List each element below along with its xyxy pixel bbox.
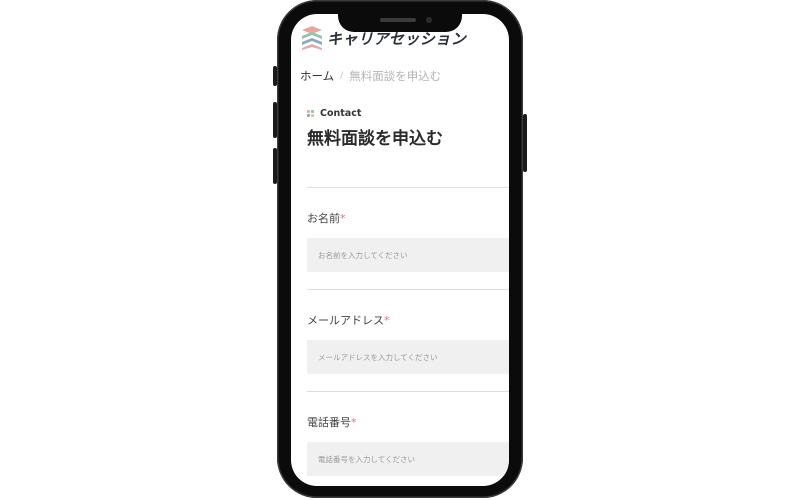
breadcrumb-home-link[interactable]: ホーム [300,68,334,84]
divider [307,289,509,290]
email-input[interactable] [307,340,509,374]
required-mark: * [384,314,390,327]
email-field-label: メールアドレス* [307,312,390,328]
name-input[interactable] [307,238,509,272]
required-mark: * [340,212,346,225]
eyebrow-label: Contact [320,108,362,119]
power-button [523,114,527,172]
name-field-label: お名前* [307,210,346,226]
email-label-text: メールアドレス [307,314,384,327]
breadcrumb-separator: / [340,71,344,81]
section-eyebrow: Contact [307,108,361,119]
four-dots-icon [307,110,314,117]
breadcrumb-current: 無料面談を申込む [349,69,442,83]
page-title: 無料面談を申込む [307,129,443,149]
stacked-chevrons-logo-icon [300,25,324,51]
stage: キャリアセッション ホーム / 無料面談を申込む Contact 無料面談を申込… [0,0,800,500]
phone-screen: キャリアセッション ホーム / 無料面談を申込む Contact 無料面談を申込… [291,14,509,486]
breadcrumb: ホーム / 無料面談を申込む [300,68,441,84]
phone-label-text: 電話番号 [307,416,351,429]
required-mark: * [351,416,357,429]
name-label-text: お名前 [307,212,340,225]
divider [307,187,509,188]
phone-input[interactable] [307,442,509,476]
divider [307,391,509,392]
phone-field-label: 電話番号* [307,414,357,430]
speaker-grille [380,18,416,22]
front-camera [426,17,432,23]
